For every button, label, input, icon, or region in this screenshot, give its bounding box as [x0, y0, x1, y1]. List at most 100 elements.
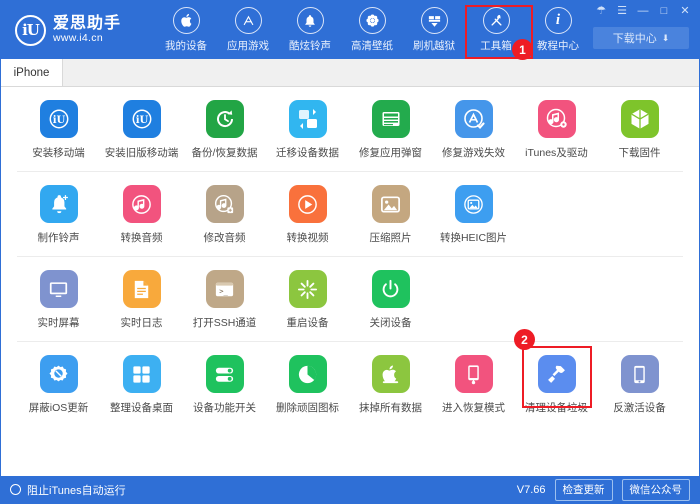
tool-edit-audio[interactable]: 修改音频: [183, 185, 266, 245]
tool-live-screen[interactable]: 实时屏幕: [17, 270, 100, 330]
download-center-button[interactable]: 下载中心 ⬇: [593, 27, 689, 49]
tab-iphone[interactable]: iPhone: [1, 59, 63, 86]
maximize-icon[interactable]: □: [658, 6, 670, 17]
tool-label: 实时日志: [121, 315, 163, 330]
check-update-button[interactable]: 检查更新: [555, 479, 613, 501]
live-log-icon: [123, 270, 161, 308]
tool-recovery-mode[interactable]: 进入恢复模式: [432, 355, 515, 415]
svg-text:>_: >_: [219, 286, 228, 295]
brand-name: 爱思助手: [53, 16, 121, 33]
step-badge-2: 2: [514, 329, 535, 350]
i4-app-icon: iU: [40, 100, 78, 138]
deactivate-device-icon: [621, 355, 659, 393]
tool-feature-switch[interactable]: 设备功能开关: [183, 355, 266, 415]
backup-restore-icon: [206, 100, 244, 138]
tool-label: 反激活设备: [613, 400, 666, 415]
tool-label: 整理设备桌面: [110, 400, 173, 415]
tool-make-ringtone[interactable]: 制作铃声: [17, 185, 100, 245]
bell-icon: [297, 7, 324, 34]
tool-migrate-data[interactable]: 迁移设备数据: [266, 100, 349, 160]
tool-itunes-driver[interactable]: iTunes及驱动: [515, 100, 598, 160]
i4-logo-icon: iU: [15, 15, 46, 46]
tool-label: 设备功能开关: [193, 400, 256, 415]
tool-organize-desktop[interactable]: 整理设备桌面: [100, 355, 183, 415]
nav-item-wallpapers[interactable]: 高清壁纸: [341, 3, 403, 57]
tool-fix-game[interactable]: 修复游戏失效: [432, 100, 515, 160]
ssh-terminal-icon: >_: [206, 270, 244, 308]
tool-label: 修复游戏失效: [442, 145, 505, 160]
tool-convert-audio[interactable]: 转换音频: [100, 185, 183, 245]
tool-label: 删除顽固图标: [276, 400, 339, 415]
nav-label: 教程中心: [537, 38, 579, 53]
tools-row: 屏蔽iOS更新 整理设备桌面 设备功能开关 删除顽固图标: [17, 342, 683, 426]
toolbox-icon: [483, 7, 510, 34]
tool-label: 实时屏幕: [38, 315, 80, 330]
tool-compress-photo[interactable]: 压缩照片: [349, 185, 432, 245]
brand-logo-area: iU 爱思助手 www.i4.cn: [15, 15, 147, 46]
tool-label: 安装旧版移动端: [105, 145, 179, 160]
flower-icon: [359, 7, 386, 34]
nav-item-tutorials[interactable]: i 教程中心: [527, 3, 589, 57]
tool-label: 迁移设备数据: [276, 145, 339, 160]
tool-deactivate-device[interactable]: 反激活设备: [598, 355, 681, 415]
tab-strip-filler: [63, 59, 699, 86]
nav-label: 工具箱: [480, 38, 512, 53]
tools-row: 制作铃声 转换音频 修改音频 转换视频: [17, 172, 683, 257]
live-screen-icon: [40, 270, 78, 308]
block-itunes-autorun-toggle[interactable]: 阻止iTunes自动运行: [10, 482, 126, 498]
tool-install-mobile[interactable]: iU 安装移动端: [17, 100, 100, 160]
tool-live-log[interactable]: 实时日志: [100, 270, 183, 330]
remove-icon-icon: [289, 355, 327, 393]
appstore-icon: [235, 7, 262, 34]
step-badge-1: 1: [512, 39, 533, 60]
menu-icon[interactable]: ☰: [616, 6, 628, 17]
tool-install-old-mobile[interactable]: iU 安装旧版移动端: [100, 100, 183, 160]
nav-item-flash-jailbreak[interactable]: 刷机越狱: [403, 3, 465, 57]
tool-label: 下载固件: [619, 145, 661, 160]
clean-junk-icon: [538, 355, 576, 393]
nav-label: 我的设备: [165, 38, 207, 53]
radio-icon: [10, 484, 21, 495]
block-ios-update-icon: [40, 355, 78, 393]
minimize-icon[interactable]: —: [637, 6, 649, 17]
wechat-official-button[interactable]: 微信公众号: [622, 479, 691, 501]
erase-all-data-icon: [372, 355, 410, 393]
info-icon: i: [545, 7, 572, 34]
nav-item-my-device[interactable]: 我的设备: [155, 3, 217, 57]
tool-label: 转换视频: [287, 230, 329, 245]
tool-download-firmware[interactable]: 下载固件: [598, 100, 681, 160]
tool-convert-video[interactable]: 转换视频: [266, 185, 349, 245]
tool-remove-stubborn-icon[interactable]: 删除顽固图标: [266, 355, 349, 415]
reboot-device-icon: [289, 270, 327, 308]
convert-video-icon: [289, 185, 327, 223]
shirt-icon[interactable]: ☂: [595, 6, 607, 17]
tool-label: 转换HEIC图片: [440, 230, 507, 245]
nav-label: 酷炫铃声: [289, 38, 331, 53]
svg-text:iU: iU: [135, 114, 148, 126]
convert-audio-icon: [123, 185, 161, 223]
tool-erase-all-data[interactable]: 抹掉所有数据: [349, 355, 432, 415]
tool-clean-junk[interactable]: 清理设备垃圾: [515, 355, 598, 415]
tool-block-ios-update[interactable]: 屏蔽iOS更新: [17, 355, 100, 415]
appleid-card-icon: [372, 100, 410, 138]
brand-text: 爱思助手 www.i4.cn: [53, 16, 121, 44]
tool-open-ssh[interactable]: >_ 打开SSH通道: [183, 270, 266, 330]
close-icon[interactable]: ✕: [679, 6, 691, 17]
status-bar-right: V7.66 检查更新 微信公众号: [517, 479, 690, 501]
app-window: iU 爱思助手 www.i4.cn 我的设备 应用游戏: [0, 0, 700, 504]
tool-reboot-device[interactable]: 重启设备: [266, 270, 349, 330]
tool-fix-app-popup[interactable]: 修复应用弹窗: [349, 100, 432, 160]
tool-label: 清理设备垃圾: [525, 400, 588, 415]
nav-label: 应用游戏: [227, 38, 269, 53]
tool-backup-restore[interactable]: 备份/恢复数据: [183, 100, 266, 160]
recovery-mode-icon: [455, 355, 493, 393]
tool-label: 重启设备: [287, 315, 329, 330]
nav-item-ringtones[interactable]: 酷炫铃声: [279, 3, 341, 57]
download-center-label: 下载中心: [613, 30, 657, 46]
nav-item-apps-games[interactable]: 应用游戏: [217, 3, 279, 57]
tool-convert-heic[interactable]: 转换HEIC图片: [432, 185, 515, 245]
tool-shutdown-device[interactable]: 关闭设备: [349, 270, 432, 330]
version-label: V7.66: [517, 484, 546, 496]
download-arrow-icon: ⬇: [662, 33, 670, 44]
tools-grid: iU 安装移动端 iU 安装旧版移动端 备份/恢复数据 迁移设: [1, 87, 699, 476]
